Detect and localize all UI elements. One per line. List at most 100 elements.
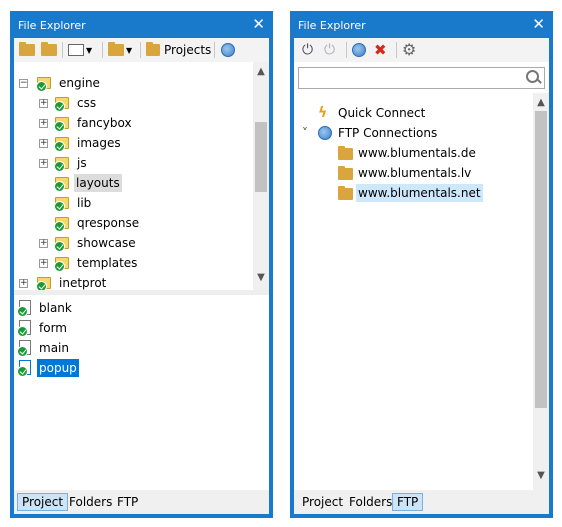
tree-item-label: templates (77, 256, 138, 270)
tree-item-images[interactable]: + images (14, 133, 253, 153)
add-folder-button[interactable] (41, 41, 57, 59)
file-label: main (39, 341, 69, 355)
expand-icon[interactable]: + (39, 119, 48, 128)
toolbar-separator (62, 42, 63, 58)
tree-item-showcase[interactable]: + showcase (14, 233, 253, 253)
tree-item-css[interactable]: + css (14, 93, 253, 113)
tab-ftp[interactable]: FTP (112, 493, 143, 511)
tree-item-label: layouts (74, 174, 122, 192)
page-icon (17, 320, 33, 337)
tree-item-templates[interactable]: + templates (14, 253, 253, 273)
tree-item-ftp-site[interactable]: www.blumentals.de (294, 143, 533, 163)
connect-button[interactable]: ⏻ (302, 41, 313, 59)
chevron-down-icon[interactable]: ˅ (302, 123, 308, 143)
tree-scrollbar[interactable]: ▲ ▼ (533, 93, 549, 490)
list-item-selected[interactable]: popup (14, 358, 269, 378)
search-input[interactable] (301, 70, 521, 86)
tab-ftp[interactable]: FTP (392, 493, 424, 511)
file-label: popup (37, 359, 79, 377)
list-item[interactable]: form (14, 318, 269, 338)
expand-icon[interactable]: + (19, 279, 28, 288)
tree-item-label: qresponse (77, 216, 140, 230)
close-icon[interactable]: ✕ (532, 16, 545, 32)
expand-icon[interactable]: + (39, 239, 48, 248)
tree-item-quick-connect[interactable]: ϟ Quick Connect (294, 103, 533, 123)
project-folder-icon (36, 75, 52, 92)
panel-body: ▼ ▼ Projects − engine + css + fancybox +… (14, 38, 269, 514)
tree-item-ftp-connections[interactable]: ˅ FTP Connections (294, 123, 533, 143)
scroll-down-icon[interactable]: ▼ (533, 468, 549, 484)
scroll-up-icon[interactable]: ▲ (533, 95, 549, 111)
add-folder-icon (41, 42, 57, 56)
search-icon[interactable] (526, 70, 540, 84)
expand-icon[interactable]: + (39, 259, 48, 268)
lightning-icon: ϟ (318, 105, 328, 121)
view-mode-icon (68, 44, 84, 56)
tree-item-label: fancybox (77, 116, 132, 130)
ftp-folder-icon (338, 166, 353, 180)
expand-icon[interactable]: + (39, 139, 48, 148)
ftp-folder-icon (338, 146, 353, 160)
toolbar-separator (346, 42, 347, 58)
page-icon (17, 360, 33, 377)
chevron-down-icon: ▼ (86, 45, 93, 55)
scrollbar-thumb[interactable] (535, 111, 547, 408)
toolbar-separator (102, 42, 103, 58)
page-icon (17, 340, 33, 357)
ftp-tree: ϟ Quick Connect ˅ FTP Connections www.bl… (294, 93, 549, 490)
tree-item-label: FTP Connections (338, 126, 438, 140)
tree-item-lib[interactable]: lib (14, 193, 253, 213)
add-connection-button[interactable] (352, 41, 366, 59)
project-folder-icon (54, 255, 70, 272)
disconnect-button[interactable]: ⏻ (324, 41, 335, 59)
list-item[interactable]: main (14, 338, 269, 358)
tree-scrollbar[interactable]: ▲ ▼ (253, 62, 269, 290)
panel-titlebar: File Explorer ✕ (290, 11, 553, 38)
bottom-tabs: Project Folders FTP (294, 490, 549, 514)
close-icon[interactable]: ✕ (252, 16, 265, 32)
project-folder-icon (54, 235, 70, 252)
project-folder-icon (54, 135, 70, 152)
list-item[interactable]: blank (14, 298, 269, 318)
collapse-icon[interactable]: − (19, 79, 28, 88)
view-mode-button[interactable]: ▼ (68, 41, 92, 59)
folder-menu-button[interactable]: ▼ (108, 41, 132, 59)
tree-item-label: images (77, 136, 121, 150)
tree-item-engine[interactable]: − engine (14, 73, 253, 93)
project-folder-icon (36, 275, 52, 292)
tree-item-label: css (77, 96, 97, 110)
delete-icon: ✖ (374, 41, 387, 59)
tree-item-label: www.blumentals.de (358, 146, 476, 160)
plug-icon: ⏻ (302, 42, 314, 58)
search-box (298, 67, 545, 89)
expand-icon[interactable]: + (39, 159, 48, 168)
scroll-up-icon[interactable]: ▲ (253, 64, 269, 80)
tree-item-fancybox[interactable]: + fancybox (14, 113, 253, 133)
open-folder-icon (19, 42, 35, 56)
file-list: blank form main popup (14, 295, 269, 490)
panel-title: File Explorer (298, 19, 366, 32)
tab-folders[interactable]: Folders (64, 493, 117, 511)
expand-icon[interactable]: + (39, 99, 48, 108)
tree-item-js[interactable]: + js (14, 153, 253, 173)
tree-item-qresponse[interactable]: qresponse (14, 213, 253, 233)
projects-button[interactable]: Projects (146, 41, 211, 59)
delete-connection-button[interactable]: ✖ (374, 41, 387, 59)
tab-project[interactable]: Project (17, 493, 69, 511)
open-folder-button[interactable] (19, 41, 35, 59)
settings-button[interactable]: ⚙ (402, 41, 416, 59)
toolbar-separator (396, 42, 397, 58)
tree-item-layouts[interactable]: layouts (14, 173, 253, 193)
project-folder-icon (54, 195, 70, 212)
bottom-tabs: Project Folders FTP (14, 490, 269, 514)
tree-item-ftp-site[interactable]: www.blumentals.lv (294, 163, 533, 183)
tab-project[interactable]: Project (297, 493, 348, 511)
tree-item-ftp-site-selected[interactable]: www.blumentals.net (294, 183, 533, 203)
project-folder-icon (54, 95, 70, 112)
tab-folders[interactable]: Folders (344, 493, 397, 511)
project-folder-icon (54, 215, 70, 232)
chevron-down-icon: ▼ (126, 45, 133, 55)
scroll-down-icon[interactable]: ▼ (253, 270, 269, 286)
web-button[interactable] (221, 41, 235, 59)
scrollbar-thumb[interactable] (255, 122, 267, 192)
